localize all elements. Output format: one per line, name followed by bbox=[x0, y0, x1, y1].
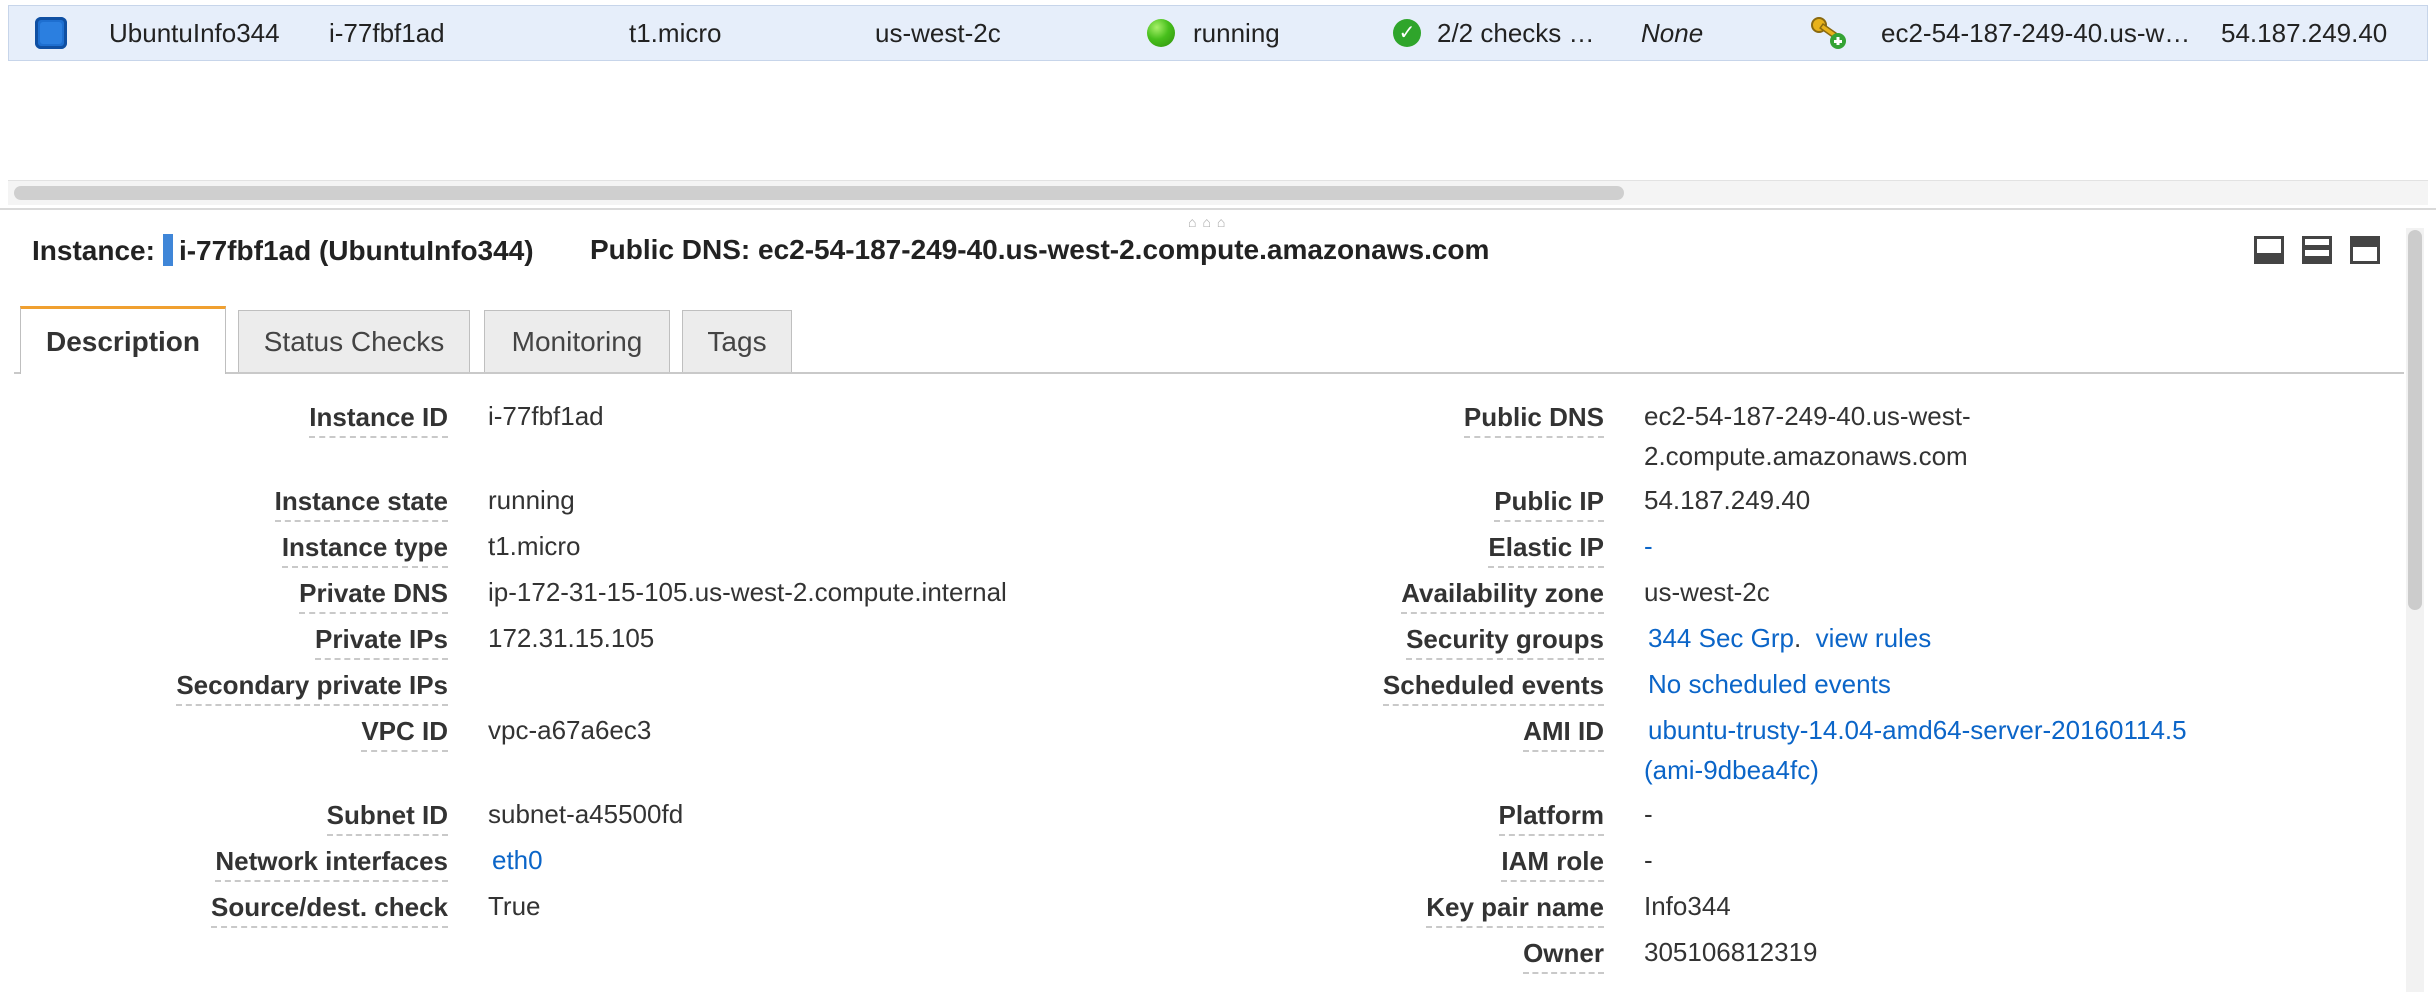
splitter-grip-icon[interactable]: ⌂⌂⌂ bbox=[1188, 214, 1231, 230]
label-instance-id: Instance ID bbox=[309, 402, 448, 438]
label-public-dns: Public DNS bbox=[1463, 402, 1604, 438]
instance-header: Instance: i-77fbf1ad (UbuntuInfo344) bbox=[32, 234, 534, 267]
label-private-dns: Private DNS bbox=[299, 578, 448, 614]
value-private-ips: 172.31.15.105 bbox=[488, 623, 655, 653]
key-alarm-icon[interactable] bbox=[1809, 16, 1849, 50]
check-circle-icon: ✓ bbox=[1393, 19, 1421, 47]
layout-bottom-small-icon[interactable] bbox=[2254, 236, 2284, 264]
public-dns-header-label: Public DNS: bbox=[590, 234, 751, 265]
tab-tags[interactable]: Tags bbox=[682, 310, 792, 372]
link-elastic-ip[interactable]: - bbox=[1644, 526, 1653, 566]
value-public-ip: 54.187.249.40 bbox=[1644, 485, 1811, 515]
value-vpc-id: vpc-a67a6ec3 bbox=[488, 715, 652, 745]
label-network-interfaces: Network interfaces bbox=[215, 846, 448, 882]
label-iam-role: IAM role bbox=[1501, 846, 1604, 882]
value-key-pair-name: Info344 bbox=[1644, 891, 1731, 921]
vertical-scrollbar[interactable] bbox=[2406, 228, 2424, 992]
label-instance-type: Instance type bbox=[281, 532, 448, 568]
label-source-dest-check: Source/dest. check bbox=[211, 892, 448, 928]
instance-type-cell: t1.micro bbox=[629, 18, 722, 48]
link-scheduled-events[interactable]: No scheduled events bbox=[1648, 664, 1891, 704]
public-ip-cell: 54.187.249.40 bbox=[2221, 18, 2388, 48]
value-source-dest-check: True bbox=[488, 891, 541, 921]
label-platform: Platform bbox=[1498, 800, 1604, 836]
public-dns-header-value: ec2-54-187-249-40.us-west-2.compute.amaz… bbox=[758, 234, 1490, 265]
value-instance-state: running bbox=[488, 485, 575, 515]
horizontal-scrollbar[interactable] bbox=[8, 180, 2428, 205]
label-vpc-id: VPC ID bbox=[361, 716, 448, 752]
label-instance-state: Instance state bbox=[274, 486, 448, 522]
panel-splitter[interactable] bbox=[0, 208, 2436, 210]
link-security-group[interactable]: 344 Sec Grp bbox=[1648, 623, 1794, 653]
value-private-dns: ip-172-31-15-105.us-west-2.compute.inter… bbox=[488, 577, 1007, 607]
label-key-pair-name: Key pair name bbox=[1426, 892, 1604, 928]
tab-monitoring[interactable]: Monitoring bbox=[484, 310, 670, 372]
instance-name-cell: UbuntuInfo344 bbox=[109, 18, 280, 48]
label-private-ips: Private IPs bbox=[315, 624, 448, 660]
instance-table-row[interactable]: UbuntuInfo344 i-77fbf1ad t1.micro us-wes… bbox=[8, 5, 2428, 61]
alarm-status-cell: None bbox=[1641, 18, 1704, 48]
label-scheduled-events: Scheduled events bbox=[1382, 670, 1604, 706]
link-ami-id[interactable]: (ami-9dbea4fc) bbox=[1644, 750, 1819, 790]
public-dns-cell: ec2-54-187-249-40.us-w… bbox=[1881, 18, 2191, 48]
tab-status-checks[interactable]: Status Checks bbox=[238, 310, 470, 372]
link-ami-name[interactable]: ubuntu-trusty-14.04-amd64-server-2016011… bbox=[1648, 710, 2187, 750]
vertical-scrollbar-thumb[interactable] bbox=[2408, 230, 2422, 610]
instance-header-label: Instance: bbox=[32, 235, 155, 266]
label-security-groups: Security groups bbox=[1406, 624, 1604, 660]
value-subnet-id: subnet-a45500fd bbox=[488, 799, 684, 829]
availability-zone-cell: us-west-2c bbox=[875, 18, 1001, 48]
instance-id-cell: i-77fbf1ad bbox=[329, 18, 445, 48]
instance-color-bar bbox=[162, 234, 173, 266]
value-instance-type: t1.micro bbox=[488, 531, 581, 561]
instance-state-cell: running bbox=[1193, 18, 1280, 48]
instance-header-value: i-77fbf1ad (UbuntuInfo344) bbox=[178, 235, 534, 266]
value-owner: 305106812319 bbox=[1644, 937, 1818, 967]
horizontal-scrollbar-thumb[interactable] bbox=[14, 186, 1624, 200]
value-public-dns-line1: ec2-54-187-249-40.us-west- bbox=[1644, 401, 1971, 431]
value-platform: - bbox=[1644, 799, 1653, 829]
link-view-rules[interactable]: view rules bbox=[1816, 623, 1932, 653]
label-owner: Owner bbox=[1523, 938, 1604, 974]
value-public-dns-line2: 2.compute.amazonaws.com bbox=[1644, 441, 1968, 471]
security-groups-value: 344 Sec Grp. view rules bbox=[1648, 618, 1931, 658]
row-checkbox-icon[interactable] bbox=[35, 17, 67, 49]
label-public-ip: Public IP bbox=[1494, 486, 1604, 522]
label-secondary-private-ips: Secondary private IPs bbox=[176, 670, 448, 706]
label-elastic-ip: Elastic IP bbox=[1488, 532, 1604, 568]
label-availability-zone: Availability zone bbox=[1401, 578, 1604, 614]
security-groups-separator: . bbox=[1793, 623, 1802, 653]
public-dns-header: Public DNS: ec2-54-187-249-40.us-west-2.… bbox=[590, 234, 1489, 266]
value-availability-zone: us-west-2c bbox=[1644, 577, 1770, 607]
value-iam-role: - bbox=[1644, 845, 1653, 875]
green-dot-icon bbox=[1147, 19, 1175, 47]
label-subnet-id: Subnet ID bbox=[326, 800, 448, 836]
tab-description[interactable]: Description bbox=[20, 306, 226, 374]
status-checks-cell: 2/2 checks … bbox=[1437, 18, 1595, 48]
label-ami-id: AMI ID bbox=[1523, 716, 1604, 752]
layout-maximize-icon[interactable] bbox=[2350, 236, 2380, 264]
layout-bottom-half-icon[interactable] bbox=[2302, 236, 2332, 264]
value-instance-id: i-77fbf1ad bbox=[488, 401, 604, 431]
link-eth0[interactable]: eth0 bbox=[492, 840, 543, 880]
